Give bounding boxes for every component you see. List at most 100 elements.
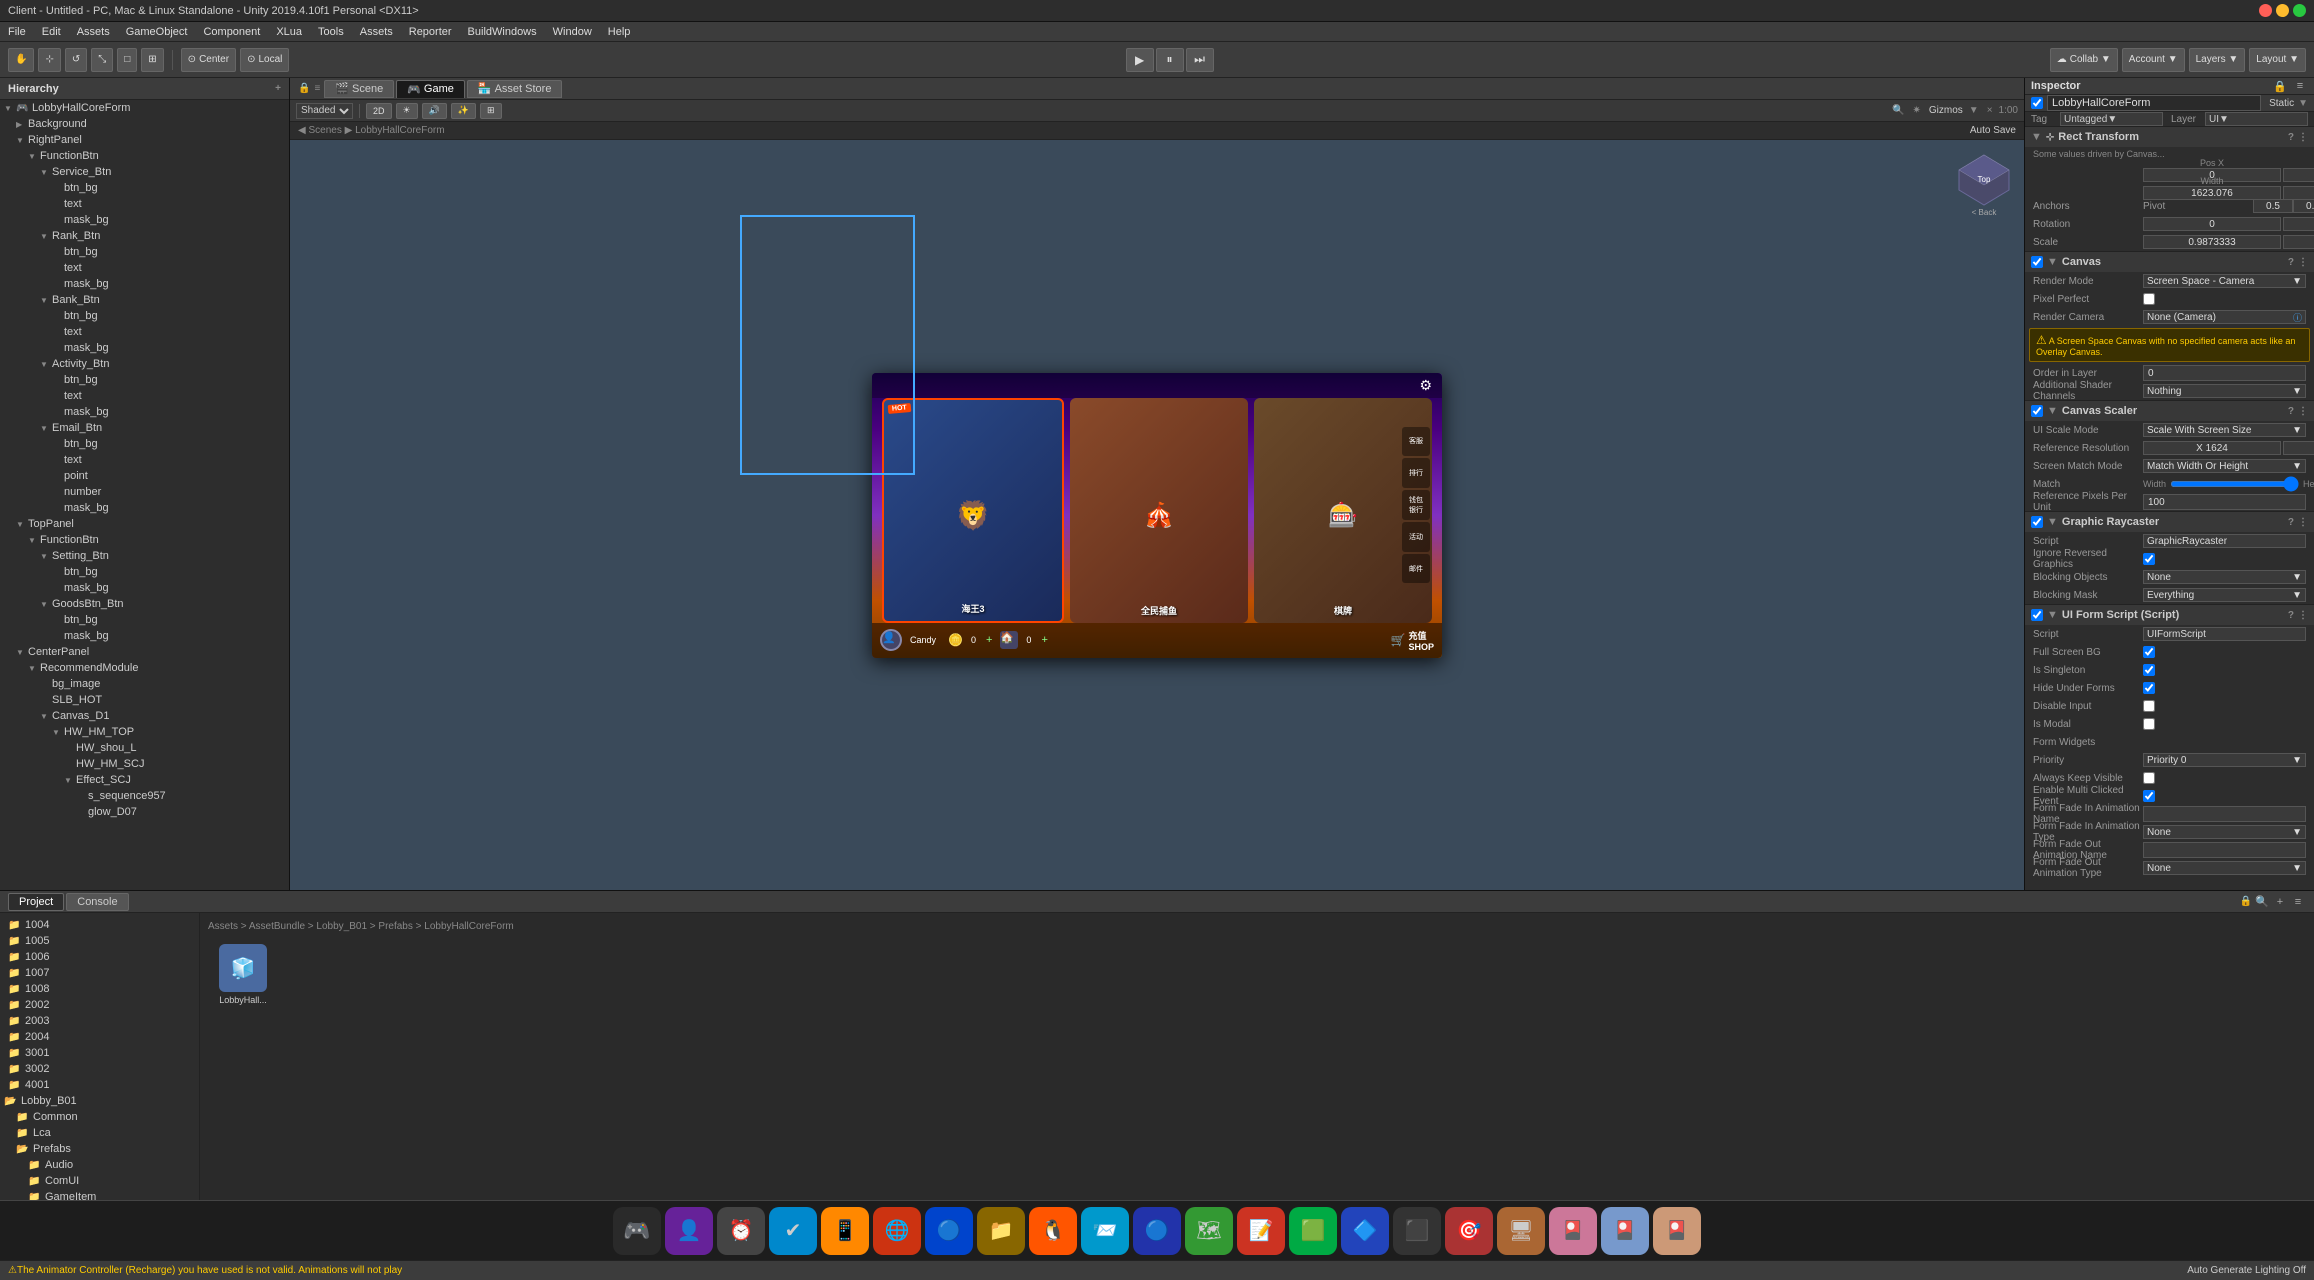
dock-edge[interactable]: 🔵 xyxy=(925,1207,973,1255)
dock-maps[interactable]: 🗺 xyxy=(1185,1207,1233,1255)
file-item-gameitem[interactable]: 📁GameItem xyxy=(0,1189,199,1200)
canvas-info-icon[interactable]: ? xyxy=(2288,257,2294,268)
dock-phone[interactable]: 📱 xyxy=(821,1207,869,1255)
tree-item-mask6[interactable]: mask_bg xyxy=(0,580,289,596)
pivot-y-field[interactable] xyxy=(2293,199,2314,213)
add-icon1[interactable]: + xyxy=(986,634,992,646)
transform-tool-button[interactable]: ⊞ xyxy=(141,48,163,72)
screen-match-dropdown[interactable]: Match Width Or Height ▼ xyxy=(2143,459,2306,473)
dock-black[interactable]: ⬛ xyxy=(1393,1207,1441,1255)
menu-item-mail[interactable]: 邮件 xyxy=(1402,554,1430,584)
layout-button[interactable]: Layout ▼ xyxy=(2249,48,2306,72)
shop-btn[interactable]: 🛒 充值SHOP xyxy=(1391,629,1434,652)
rect-tool-button[interactable]: □ xyxy=(117,48,137,72)
shader-channels-dropdown[interactable]: Nothing ▼ xyxy=(2143,384,2306,398)
audio-button[interactable]: 🔊 xyxy=(422,103,447,119)
tree-item-effect-scj[interactable]: ▼ Effect_SCJ xyxy=(0,772,289,788)
tree-item-text1[interactable]: text xyxy=(0,196,289,212)
dock-chrome[interactable]: 🌐 xyxy=(873,1207,921,1255)
file-item-lca[interactable]: 📁Lca xyxy=(0,1125,199,1141)
dock-files[interactable]: 📁 xyxy=(977,1207,1025,1255)
object-name-field[interactable] xyxy=(2047,95,2261,111)
scaler-info[interactable]: ? xyxy=(2288,406,2294,417)
file-item-audio[interactable]: 📁Audio xyxy=(0,1157,199,1173)
fade-out-type-dropdown[interactable]: None ▼ xyxy=(2143,861,2306,875)
menu-item-activity[interactable]: 活动 xyxy=(1402,522,1430,552)
fade-in-type-dropdown[interactable]: None ▼ xyxy=(2143,825,2306,839)
file-item-1006[interactable]: 📁1006 xyxy=(0,949,199,965)
tree-item-canvas-d1[interactable]: ▼ Canvas_D1 xyxy=(0,708,289,724)
rect-info-icon[interactable]: ? xyxy=(2288,132,2294,143)
dock-version[interactable]: ✔ xyxy=(769,1207,817,1255)
project-tab[interactable]: Project xyxy=(8,893,64,911)
tab-game[interactable]: 🎮 Game xyxy=(396,80,465,98)
file-item-prefabs[interactable]: 📂Prefabs xyxy=(0,1141,199,1157)
file-item-4001[interactable]: 📁4001 xyxy=(0,1077,199,1093)
render-mode-dropdown[interactable]: Screen Space - Camera ▼ xyxy=(2143,274,2306,288)
tree-item-service[interactable]: ▼ Service_Btn xyxy=(0,164,289,180)
file-item-2004[interactable]: 📁2004 xyxy=(0,1029,199,1045)
tree-item-rightpanel[interactable]: ▼ RightPanel xyxy=(0,132,289,148)
rect-menu-icon[interactable]: ⋮ xyxy=(2298,132,2308,143)
menu-gameobject[interactable]: GameObject xyxy=(126,26,188,38)
auto-save-label[interactable]: Auto Save xyxy=(1970,125,2016,136)
tree-item-lobby[interactable]: ▼ 🎮 LobbyHallCoreForm xyxy=(0,100,289,116)
gear-icon[interactable]: ⚙ xyxy=(1419,377,1432,394)
pixel-perfect-checkbox[interactable] xyxy=(2143,293,2155,305)
add-icon2[interactable]: + xyxy=(1041,634,1047,646)
tree-item-btn-bg2[interactable]: btn_bg xyxy=(0,244,289,260)
tree-item-recommend[interactable]: ▼ RecommendModule xyxy=(0,660,289,676)
file-item-3001[interactable]: 📁3001 xyxy=(0,1045,199,1061)
file-item-2003[interactable]: 📁2003 xyxy=(0,1013,199,1029)
hierarchy-add-icon[interactable]: + xyxy=(275,83,281,94)
project-menu-icon[interactable]: ≡ xyxy=(2290,894,2306,910)
file-thumb-lobbyhall[interactable]: 🧊 LobbyHall... xyxy=(208,940,278,1009)
dock-penguin[interactable]: 🐧 xyxy=(1029,1207,1077,1255)
gizmos-label[interactable]: Gizmos xyxy=(1929,105,1963,116)
dock-app1[interactable]: 🔵 xyxy=(1133,1207,1181,1255)
menu-help[interactable]: Help xyxy=(608,26,631,38)
console-tab[interactable]: Console xyxy=(66,893,128,911)
move-tool-button[interactable]: ⊹ xyxy=(38,48,60,72)
nav-cube[interactable]: Top < Back xyxy=(1954,150,2014,210)
project-plus-icon[interactable]: + xyxy=(2272,894,2288,910)
menu-assets[interactable]: Assets xyxy=(77,26,110,38)
tree-item-text5[interactable]: text xyxy=(0,452,289,468)
raycaster-header[interactable]: ▼ Graphic Raycaster ? ⋮ xyxy=(2025,512,2314,532)
inspector-menu-icon[interactable]: ≡ xyxy=(2292,78,2308,94)
tree-item-number[interactable]: number xyxy=(0,484,289,500)
canvas-scaler-header[interactable]: ▼ Canvas Scaler ? ⋮ xyxy=(2025,401,2314,421)
raycaster-info[interactable]: ? xyxy=(2288,517,2294,528)
tree-item-mask2[interactable]: mask_bg xyxy=(0,276,289,292)
scaler-checkbox[interactable] xyxy=(2031,405,2043,417)
tree-item-btn-bg5[interactable]: btn_bg xyxy=(0,436,289,452)
tree-item-centerpanel[interactable]: ▼ CenterPanel xyxy=(0,644,289,660)
ui-scale-dropdown[interactable]: Scale With Screen Size ▼ xyxy=(2143,423,2306,437)
tree-item-text2[interactable]: text xyxy=(0,260,289,276)
ref-res-x[interactable] xyxy=(2143,441,2281,455)
ignore-checkbox[interactable] xyxy=(2143,553,2155,565)
tab-asset-store[interactable]: 🏪 Asset Store xyxy=(467,80,563,98)
project-search-icon[interactable]: 🔍 xyxy=(2254,894,2270,910)
2d-button[interactable]: 2D xyxy=(366,103,392,119)
tree-item-bg[interactable]: ▶ Background xyxy=(0,116,289,132)
ui-form-header[interactable]: ▼ UI Form Script (Script) ? ⋮ xyxy=(2025,605,2314,625)
full-screen-checkbox[interactable] xyxy=(2143,646,2155,658)
card-quanmin[interactable]: 🎪 全民捕鱼 xyxy=(1070,398,1248,623)
tree-item-text4[interactable]: text xyxy=(0,388,289,404)
scale-tool-button[interactable]: ⤡ xyxy=(91,48,113,72)
tree-item-bgimage[interactable]: bg_image xyxy=(0,676,289,692)
dock-unity[interactable]: 🎮 xyxy=(613,1207,661,1255)
ui-script-field[interactable]: UIFormScript xyxy=(2143,627,2306,641)
tree-item-hw-hm-top[interactable]: ▼ HW_HM_TOP xyxy=(0,724,289,740)
tree-item-btn-bg4[interactable]: btn_bg xyxy=(0,372,289,388)
fx-button[interactable]: ✨ xyxy=(451,103,476,119)
tree-item-functionbtn2[interactable]: ▼ FunctionBtn xyxy=(0,532,289,548)
collab-button[interactable]: ☁ Collab ▼ xyxy=(2050,48,2118,72)
tree-item-hw-hm-scj[interactable]: HW_HM_SCJ xyxy=(0,756,289,772)
tree-item-functionbtn[interactable]: ▼ FunctionBtn xyxy=(0,148,289,164)
file-item-lobby-b01[interactable]: 📂Lobby_B01 xyxy=(0,1093,199,1109)
local-button[interactable]: ⊙ Local xyxy=(240,48,289,72)
menu-file[interactable]: File xyxy=(8,26,26,38)
maximize-button[interactable] xyxy=(2293,4,2306,17)
